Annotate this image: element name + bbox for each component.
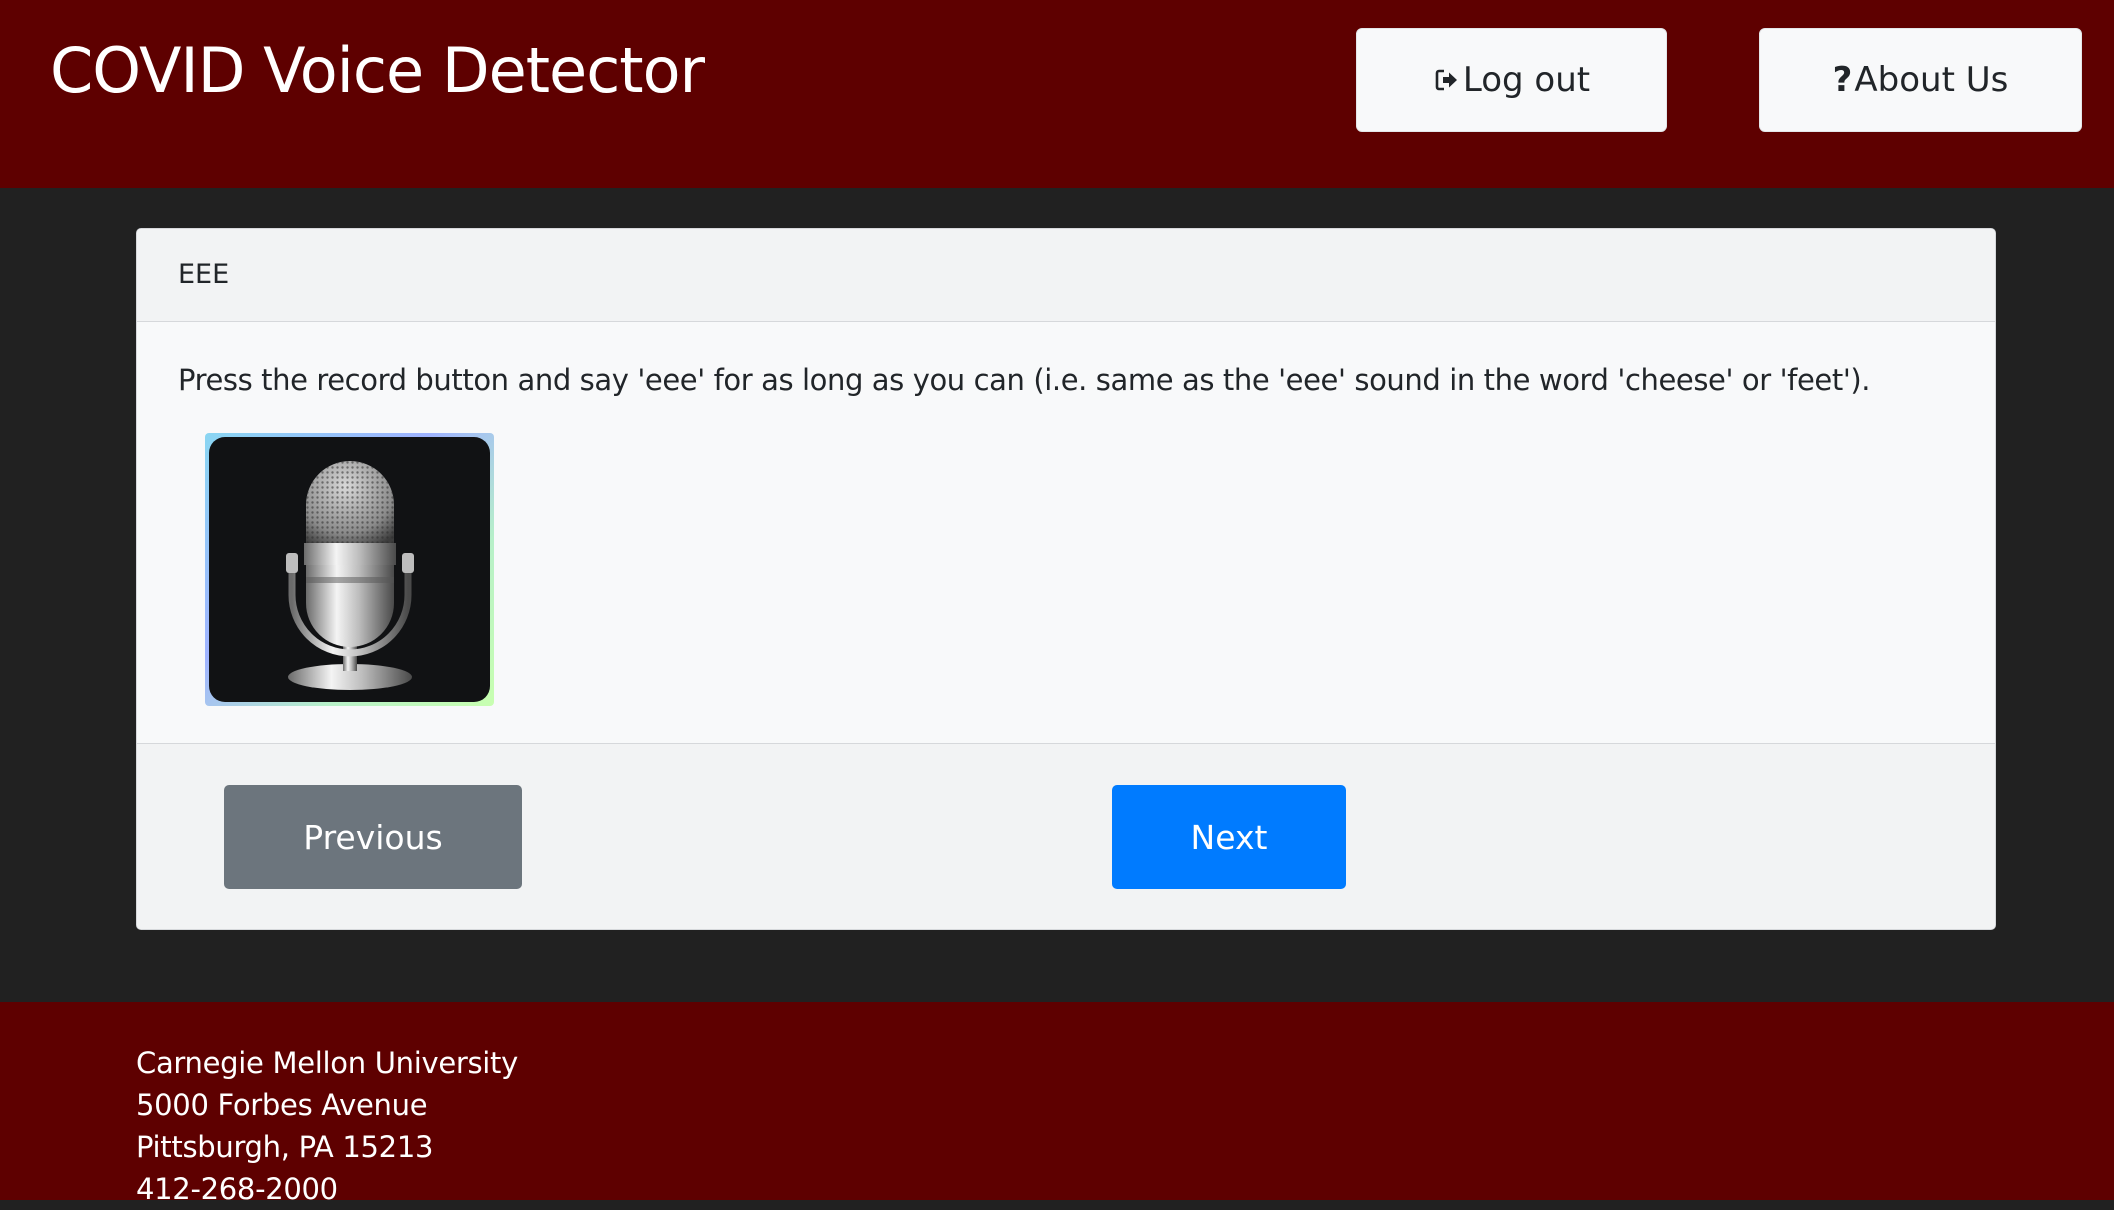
recording-card: EEE Press the record button and say 'eee… [136,228,1996,930]
app-title: COVID Voice Detector [50,34,705,107]
footer: Carnegie Mellon University 5000 Forbes A… [0,1002,2114,1206]
about-us-button[interactable]: ? About Us [1759,28,2082,132]
question-icon: ? [1832,60,1853,100]
previous-button[interactable]: Previous [224,785,522,889]
logout-button[interactable]: Log out [1356,28,1667,132]
card-title: EEE [178,259,230,290]
next-button[interactable]: Next [1112,785,1346,889]
address-line: 5000 Forbes Avenue [136,1088,428,1122]
address-block: Carnegie Mellon University 5000 Forbes A… [136,1042,518,1210]
record-button[interactable] [205,433,494,706]
instructions-text: Press the record button and say 'eee' fo… [178,363,1871,397]
address-line: Carnegie Mellon University [136,1046,518,1080]
header: COVID Voice Detector Log out ? About Us [0,0,2114,188]
sign-out-icon [1433,66,1461,94]
logout-label: Log out [1462,60,1591,100]
phone-number: 412-268-2000 [136,1172,338,1206]
microphone-icon [209,437,490,702]
card-header: EEE [137,229,1995,322]
card-footer: Previous Next [137,743,1995,929]
address-line: Pittsburgh, PA 15213 [136,1130,434,1164]
about-us-label: About Us [1854,60,2009,100]
